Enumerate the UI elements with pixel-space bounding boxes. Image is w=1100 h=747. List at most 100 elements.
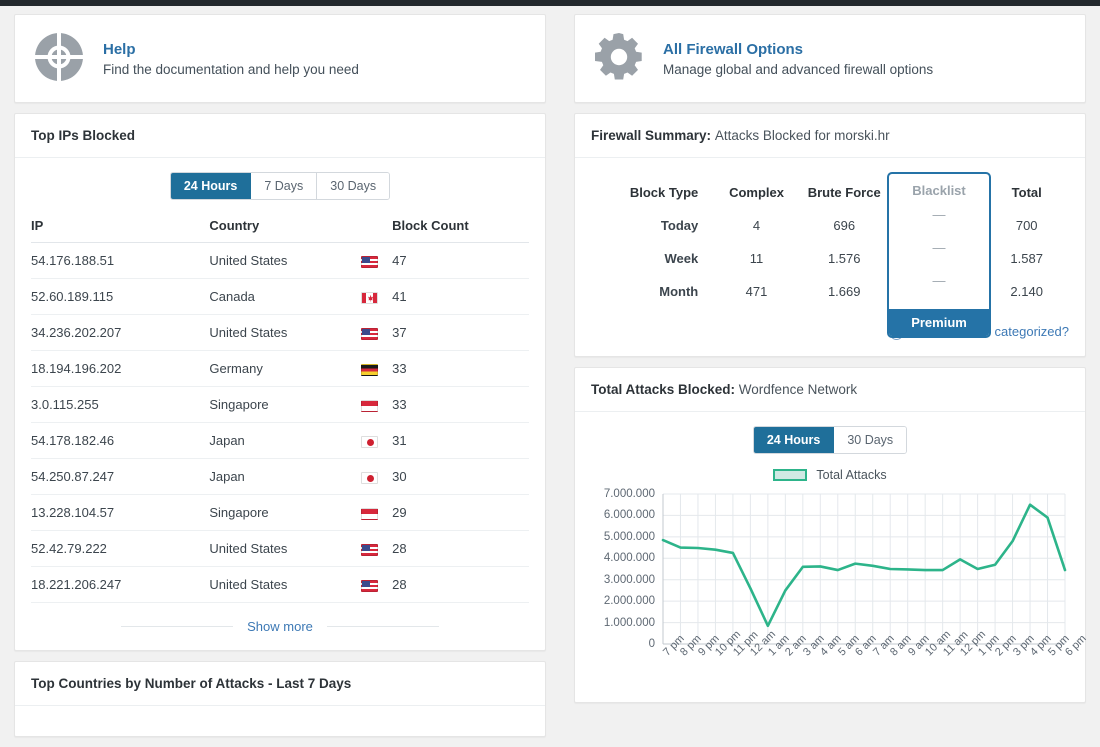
cell-ip[interactable]: 18.221.206.247: [31, 566, 210, 603]
col-ip: IP: [31, 214, 210, 243]
y-axis-tick-label: 5.000.000: [603, 530, 655, 543]
cell-ip[interactable]: 34.236.202.207: [31, 314, 210, 351]
y-axis-tick-label: 6.000.000: [603, 509, 655, 522]
table-row: 3.0.115.255 Singapore 33: [31, 386, 529, 423]
chart-tab-30-days[interactable]: 30 Days: [834, 427, 907, 453]
divider-left: [121, 626, 234, 627]
tab-7-days[interactable]: 7 Days: [251, 173, 318, 199]
firewall-options-title[interactable]: All Firewall Options: [663, 40, 933, 60]
table-row: 54.178.182.46 Japan 31: [31, 422, 529, 459]
table-row: 52.42.79.222 United States 28: [31, 530, 529, 567]
gear-icon: [593, 31, 645, 86]
table-row: 13.228.104.57 Singapore 29: [31, 494, 529, 531]
cell-country: United States: [209, 242, 345, 279]
right-column: All Firewall Options Manage global and a…: [560, 6, 1100, 713]
help-promo-card[interactable]: Help Find the documentation and help you…: [14, 14, 546, 103]
cell-block-count: 31: [392, 422, 529, 459]
tab-24-hours[interactable]: 24 Hours: [170, 173, 252, 199]
table-header-row: Block Type Complex Brute Force Total: [593, 176, 1067, 209]
cell-complex: 471: [745, 284, 768, 299]
firewall-options-description: Manage global and advanced firewall opti…: [663, 62, 934, 78]
cell-block-count: 29: [392, 494, 529, 531]
cell-complex: 4: [752, 218, 761, 233]
show-more-link[interactable]: Show more: [233, 619, 327, 634]
cell-flag: [344, 314, 393, 351]
flag-sg-icon: [361, 399, 379, 412]
cell-ip[interactable]: 3.0.115.255: [31, 386, 210, 423]
y-axis-tick-label: 3.000.000: [603, 573, 655, 586]
blacklist-premium-column[interactable]: Blacklist — — — Premium: [886, 172, 992, 338]
table-header-row: IP Country Block Count: [31, 214, 529, 243]
top-ips-title: Top IPs Blocked: [15, 114, 545, 158]
cell-flag: [344, 530, 393, 567]
cell-flag: [344, 566, 393, 603]
y-axis-tick-label: 2.000.000: [603, 595, 655, 608]
total-attacks-blocked-card: Total Attacks Blocked: Wordfence Network…: [574, 367, 1089, 703]
col-complex: Complex: [729, 185, 784, 200]
flag-jp-icon: [361, 471, 379, 484]
cell-flag: [344, 242, 393, 279]
cell-block-count: 47: [392, 242, 529, 279]
cell-ip[interactable]: 54.178.182.46: [31, 422, 210, 459]
cell-ip[interactable]: 13.228.104.57: [31, 494, 210, 531]
y-axis-tick-label: 4.000.000: [603, 552, 655, 565]
y-axis-tick-label: 1.000.000: [603, 616, 655, 629]
col-flag: [344, 214, 393, 243]
cell-ip[interactable]: 52.42.79.222: [31, 530, 210, 567]
cell-ip[interactable]: 52.60.189.115: [31, 278, 210, 315]
top-ips-blocked-card: Top IPs Blocked 24 Hours 7 Days 30 Days …: [14, 113, 546, 651]
cell-country: Singapore: [209, 386, 345, 423]
cell-complex: 11: [749, 251, 764, 266]
chart-range-tabs: 24 Hours 30 Days: [591, 426, 1069, 454]
flag-us-icon: [361, 543, 379, 556]
flag-jp-icon: [361, 435, 379, 448]
legend-swatch-total-attacks: [773, 469, 808, 481]
help-title[interactable]: Help: [103, 40, 359, 60]
show-more-row: Show more: [31, 619, 529, 634]
cell-country: Germany: [209, 350, 345, 387]
total-attacks-title-rest: Wordfence Network: [738, 382, 858, 397]
y-axis-tick-label: 7.000.000: [603, 488, 655, 500]
col-total: Total: [1011, 185, 1042, 200]
help-description: Find the documentation and help you need: [103, 62, 359, 78]
cell-block-count: 41: [392, 278, 529, 315]
firewall-summary-body: Today 4 696 700 Week 11 1.576 1.587 Month 471 1.66…: [593, 209, 1067, 308]
top-countries-title: Top Countries by Number of Attacks - Las…: [15, 662, 545, 706]
tab-30-days[interactable]: 30 Days: [317, 173, 390, 199]
flag-us-icon: [361, 255, 379, 268]
legend-label-total-attacks: Total Attacks: [816, 468, 887, 482]
blacklist-value-week: —: [932, 240, 946, 255]
firewall-summary-table: Block Type Complex Brute Force Total Tod…: [593, 176, 1067, 308]
attacks-line-chart: 0 1.000.000 2.000.000 3.000.000 4.000.000 5.0…: [591, 488, 1089, 698]
flag-de-icon: [361, 363, 379, 376]
cell-block-count: 28: [392, 530, 529, 567]
chart-svg: [661, 493, 1067, 645]
col-block-count: Block Count: [392, 214, 529, 243]
how-categorized-link[interactable]: ?How are these categorized?: [591, 324, 1069, 340]
premium-badge[interactable]: Premium: [888, 309, 990, 336]
left-column: Help Find the documentation and help you…: [0, 6, 560, 747]
cell-ip[interactable]: 54.176.188.51: [31, 242, 210, 279]
table-row: 54.176.188.51 United States 47: [31, 242, 529, 279]
table-row: 34.236.202.207 United States 37: [31, 314, 529, 351]
firewall-dashboard: Help Find the documentation and help you…: [0, 6, 1100, 737]
cell-country: United States: [209, 530, 345, 567]
table-row: 18.221.206.247 United States 28: [31, 566, 529, 603]
col-country: Country: [209, 214, 345, 243]
flag-us-icon: [361, 327, 379, 340]
firewall-options-promo-card[interactable]: All Firewall Options Manage global and a…: [574, 14, 1086, 103]
cell-block-count: 33: [392, 386, 529, 423]
col-block-type: Block Type: [629, 185, 699, 200]
cell-flag: [344, 494, 393, 531]
chart-tab-24-hours[interactable]: 24 Hours: [753, 427, 835, 453]
col-brute-force: Brute Force: [807, 185, 881, 200]
cell-flag: [344, 350, 393, 387]
cell-ip[interactable]: 54.250.87.247: [31, 458, 210, 495]
lifebuoy-icon: [33, 31, 85, 86]
total-attacks-title-bold: Total Attacks Blocked:: [591, 382, 736, 397]
cell-ip[interactable]: 18.194.196.202: [31, 350, 210, 387]
table-row: 18.194.196.202 Germany 33: [31, 350, 529, 387]
y-axis-tick-label: 0: [648, 638, 655, 650]
cell-brute-force: 1.669: [827, 284, 861, 299]
divider-right: [326, 626, 439, 627]
